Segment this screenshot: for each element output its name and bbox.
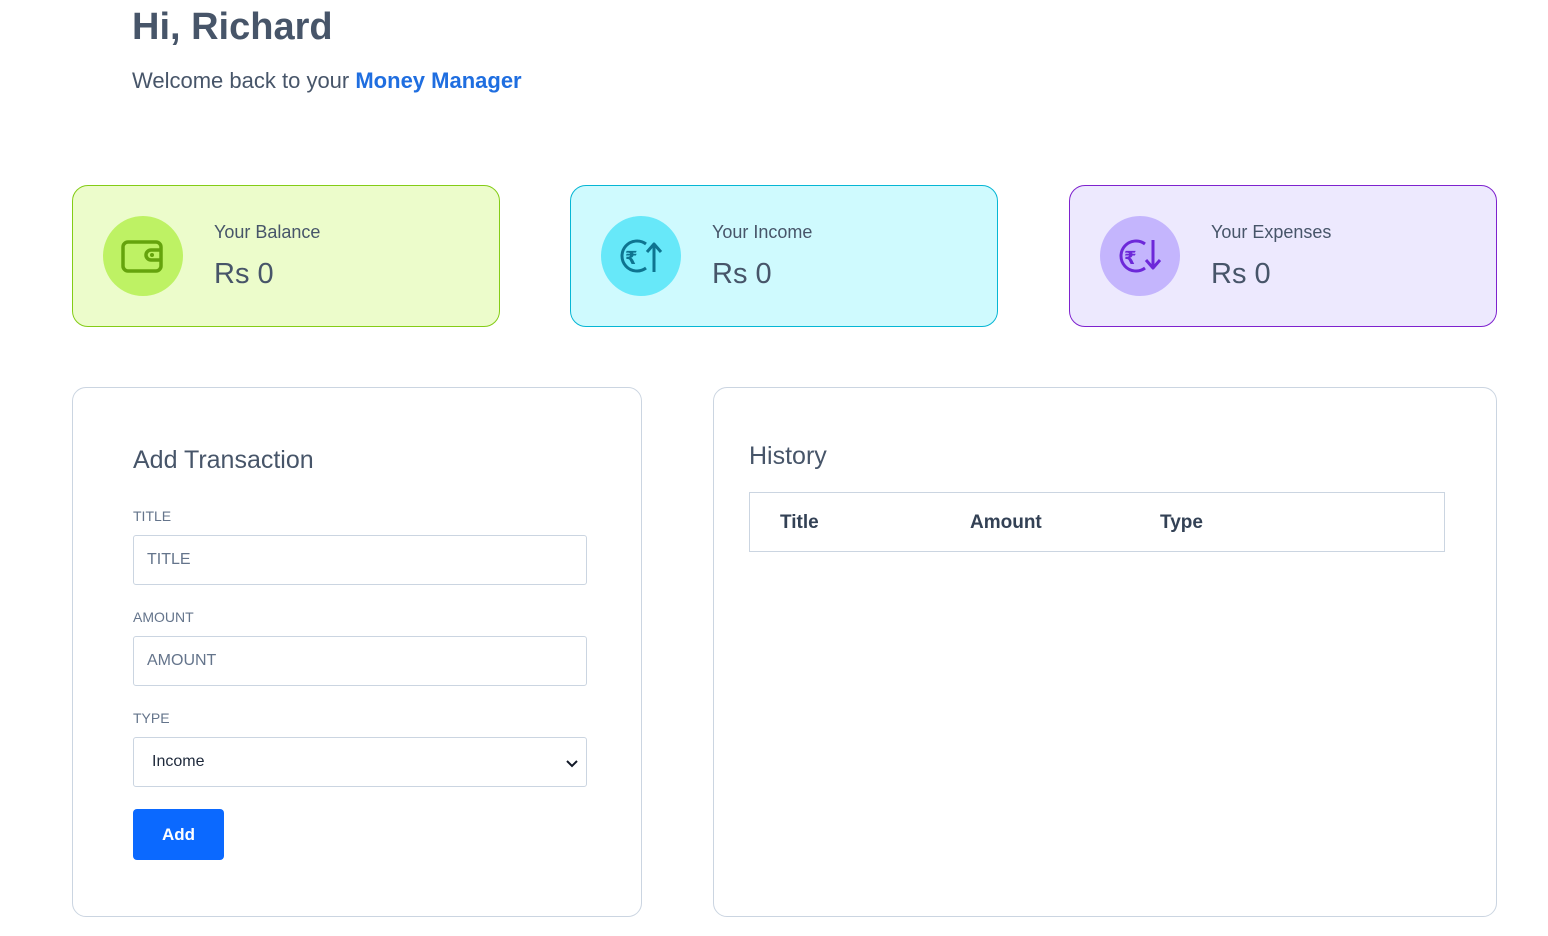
greeting-heading: Hi, Richard: [132, 6, 333, 48]
wallet-icon: [121, 240, 163, 273]
expenses-amount: Rs 0: [1211, 258, 1271, 290]
balance-icon-circle: [103, 216, 183, 296]
column-header-type: Type: [1160, 512, 1203, 533]
type-selected-value: Income: [152, 753, 205, 770]
income-card: ₹ Your Income Rs 0: [570, 185, 998, 327]
welcome-prefix: Welcome back to your: [132, 68, 356, 93]
expenses-label: Your Expenses: [1211, 222, 1332, 242]
type-select[interactable]: Income: [133, 737, 587, 787]
add-transaction-title: Add Transaction: [133, 446, 314, 474]
rupee-up-icon: ₹: [620, 239, 663, 273]
svg-text:₹: ₹: [1124, 248, 1137, 269]
type-field-label: TYPE: [133, 710, 170, 726]
amount-input[interactable]: [133, 636, 587, 686]
add-transaction-panel: Add Transaction TITLE AMOUNT TYPE Income…: [72, 387, 642, 917]
column-header-amount: Amount: [970, 512, 1042, 533]
history-table-header: Title Amount Type: [749, 492, 1445, 552]
add-button[interactable]: Add: [133, 809, 224, 860]
svg-text:₹: ₹: [625, 248, 638, 269]
balance-amount: Rs 0: [214, 258, 274, 290]
balance-card: Your Balance Rs 0: [72, 185, 500, 327]
column-header-title: Title: [780, 512, 819, 533]
income-icon-circle: ₹: [601, 216, 681, 296]
expenses-card: ₹ Your Expenses Rs 0: [1069, 185, 1497, 327]
brand-name: Money Manager: [355, 68, 522, 93]
title-field-label: TITLE: [133, 508, 172, 524]
history-title: History: [749, 442, 827, 470]
income-amount: Rs 0: [712, 258, 772, 290]
history-panel: History Title Amount Type: [713, 387, 1497, 917]
amount-field-label: AMOUNT: [133, 609, 194, 625]
expenses-icon-circle: ₹: [1100, 216, 1180, 296]
title-input[interactable]: [133, 535, 587, 585]
balance-label: Your Balance: [214, 222, 321, 242]
rupee-down-icon: ₹: [1119, 239, 1162, 273]
chevron-down-icon: [566, 760, 578, 768]
welcome-text: Welcome back to your Money Manager: [132, 68, 522, 94]
income-label: Your Income: [712, 222, 813, 242]
